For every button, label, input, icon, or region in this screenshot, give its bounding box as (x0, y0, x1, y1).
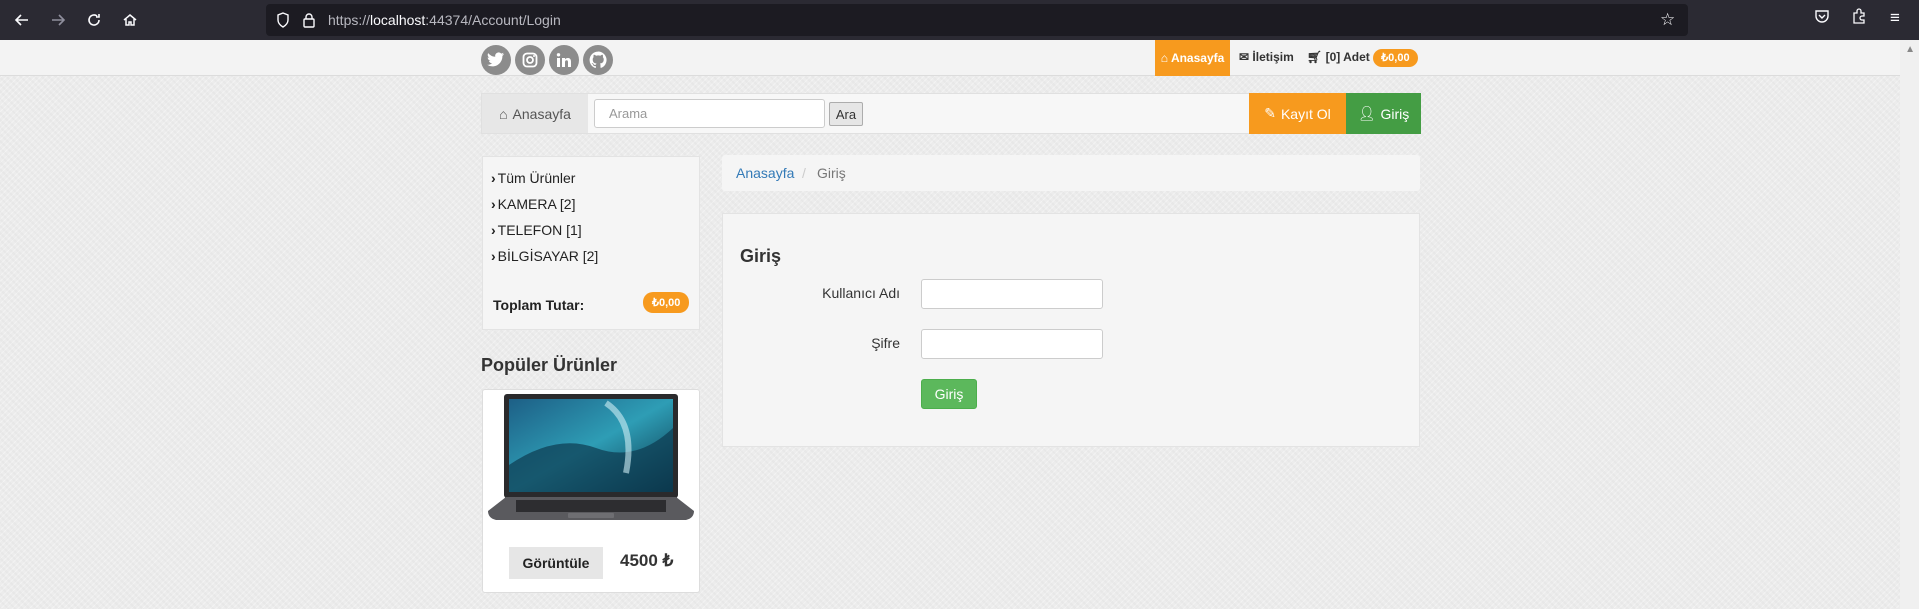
url-prefix: https:// (328, 12, 371, 28)
bookmark-star-icon[interactable]: ☆ (1660, 10, 1675, 30)
top-nav-contact-label: İletişim (1252, 50, 1294, 64)
cart-icon: 🛒︎ (1307, 50, 1323, 64)
chevron-right-icon: › (491, 196, 496, 212)
top-nav-cart[interactable]: 🛒︎ [0] Adet ₺0,00 (1307, 49, 1418, 67)
category-label: TELEFON [1] (497, 222, 582, 238)
browser-toolbar: https://localhost:44374/Account/Login ☆ … (0, 0, 1919, 40)
chevron-right-icon: › (491, 248, 496, 264)
home-icon: ⌂ (1160, 51, 1168, 65)
forward-icon[interactable] (46, 8, 70, 32)
total-amount-label: Toplam Tutar: (493, 297, 585, 313)
back-icon[interactable] (10, 8, 34, 32)
search-input[interactable] (594, 99, 825, 128)
register-label: Kayıt Ol (1280, 105, 1331, 122)
github-icon[interactable] (583, 45, 613, 75)
home-icon[interactable] (118, 8, 142, 32)
breadcrumb-home-link[interactable]: Anasayfa (736, 165, 794, 181)
chevron-right-icon: › (491, 170, 496, 186)
login-nav-button[interactable]: 👤︎ Giriş (1346, 93, 1421, 134)
category-item-camera[interactable]: › KAMERA [2] (491, 196, 575, 212)
user-icon: 👤︎ (1357, 105, 1376, 121)
breadcrumb-current: Giriş (817, 165, 846, 181)
product-card: Görüntüle 4500 ₺ (482, 389, 700, 593)
home-icon: ⌂ (499, 105, 508, 122)
top-nav-contact[interactable]: ✉ İletişim (1239, 50, 1294, 64)
popular-products-title: Popüler Ürünler (481, 355, 618, 375)
category-label: KAMERA [2] (497, 196, 576, 212)
instagram-icon[interactable] (515, 45, 545, 75)
linkedin-icon[interactable] (549, 45, 579, 75)
login-submit-button[interactable]: Giriş (921, 379, 977, 409)
password-label: Şifre (871, 335, 900, 351)
category-panel: › Tüm Ürünler › KAMERA [2] › TELEFON [1] › B… (482, 156, 700, 330)
pocket-icon[interactable] (1810, 8, 1834, 29)
login-panel: Giriş Kullanıcı Adı Şifre Giriş (722, 213, 1420, 447)
lock-icon[interactable] (302, 12, 316, 31)
username-input[interactable] (921, 279, 1103, 309)
chevron-right-icon: › (491, 222, 496, 238)
product-price: 4500 ₺ (620, 551, 674, 570)
extensions-icon[interactable] (1847, 8, 1871, 29)
menu-icon[interactable]: ≡ (1883, 8, 1907, 28)
login-nav-label: Giriş (1380, 105, 1410, 122)
breadcrumb: Anasayfa / Giriş (722, 155, 1420, 191)
edit-icon: ✎ (1264, 105, 1276, 121)
main-navbar: ⌂ Anasayfa Ara ✎ Kayıt Ol 👤︎ Giriş (481, 93, 1421, 134)
page-scrollbar[interactable] (1900, 40, 1919, 609)
url-path: :44374/Account/Login (425, 12, 561, 28)
twitter-icon[interactable] (481, 45, 511, 75)
navbar-home-label: Anasayfa (512, 105, 571, 122)
reload-icon[interactable] (82, 8, 106, 32)
search-button[interactable]: Ara (829, 102, 863, 126)
top-nav-home-label: Anasayfa (1170, 51, 1225, 65)
url-host: localhost (370, 12, 426, 28)
cart-total-badge: ₺0,00 (1373, 49, 1418, 67)
shield-icon[interactable] (276, 12, 290, 31)
category-item-computer[interactable]: › BİLGİSAYAR [2] (491, 248, 598, 264)
register-button[interactable]: ✎ Kayıt Ol (1249, 93, 1346, 134)
top-nav-cart-label: [0] Adet (1325, 50, 1370, 64)
login-title: Giriş (740, 246, 782, 266)
breadcrumb-separator: / (802, 165, 806, 181)
envelope-icon: ✉ (1239, 50, 1250, 64)
username-label: Kullanıcı Adı (822, 285, 900, 301)
laptop-product-image (488, 394, 694, 520)
category-label: BİLGİSAYAR [2] (497, 248, 599, 264)
category-item-all[interactable]: › Tüm Ürünler (491, 170, 575, 186)
password-input[interactable] (921, 329, 1103, 359)
category-item-phone[interactable]: › TELEFON [1] (491, 222, 582, 238)
total-amount-badge: ₺0,00 (643, 292, 690, 313)
scroll-up-icon[interactable]: ▲ (1905, 44, 1915, 55)
top-strip (0, 40, 1900, 76)
top-nav-home[interactable]: ⌂ Anasayfa (1155, 40, 1230, 76)
navbar-home-link[interactable]: ⌂ Anasayfa (482, 94, 588, 133)
category-label: Tüm Ürünler (497, 170, 576, 186)
view-product-button[interactable]: Görüntüle (509, 547, 603, 579)
url-text[interactable]: https://localhost:44374/Account/Login (328, 12, 561, 28)
address-bar[interactable]: https://localhost:44374/Account/Login ☆ (266, 4, 1688, 36)
